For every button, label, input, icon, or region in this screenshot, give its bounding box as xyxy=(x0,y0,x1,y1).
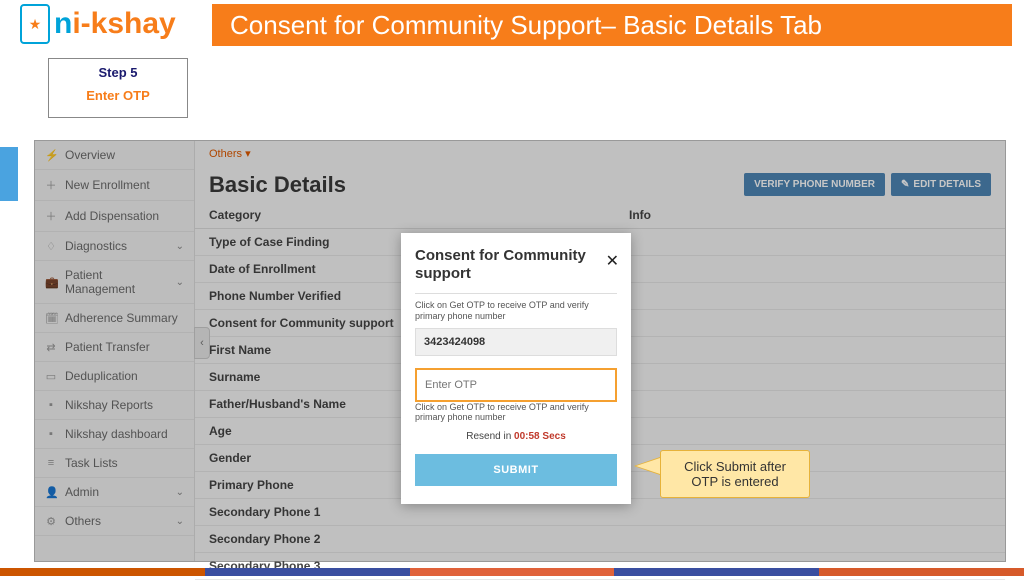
sidebar-item[interactable]: ＋ New Enrollment xyxy=(35,170,194,201)
sidebar-icon: ♢ xyxy=(45,240,57,253)
sidebar-item[interactable]: ＋ Add Dispensation xyxy=(35,201,194,232)
logo: ni-kshay xyxy=(20,4,176,44)
sidebar-item[interactable]: ≡ Task Lists xyxy=(35,449,194,478)
sidebar-item[interactable]: ⚙ Others ⌄ xyxy=(35,507,194,536)
consent-modal: Consent for Community support ✕ Click on… xyxy=(401,233,631,504)
sidebar-item-label: Deduplication xyxy=(65,369,138,383)
table-row: Secondary Phone 2 xyxy=(195,526,1005,553)
sidebar-item[interactable]: 💼 Patient Management⌄ xyxy=(35,261,194,304)
sidebar-item[interactable]: ▪ Nikshay dashboard xyxy=(35,420,194,449)
modal-instruction-1: Click on Get OTP to receive OTP and veri… xyxy=(415,300,617,322)
edit-details-button[interactable]: ✎EDIT DETAILS xyxy=(891,173,991,196)
sidebar-icon: ⚙ xyxy=(45,515,57,528)
sidebar-item-label: Adherence Summary xyxy=(65,311,178,325)
page-title: Consent for Community Support– Basic Det… xyxy=(230,10,822,41)
sidebar-icon: ⚡ xyxy=(45,149,57,162)
footer-strip xyxy=(0,568,1024,576)
sidebar-item[interactable]: 🗓 Adherence Summary xyxy=(35,304,194,333)
chevron-down-icon: ⌄ xyxy=(176,487,184,498)
sidebar-item-label: Others xyxy=(65,514,101,528)
sidebar-item-label: Overview xyxy=(65,148,115,162)
pencil-icon: ✎ xyxy=(901,179,909,190)
sidebar-icon: ▪ xyxy=(45,399,57,411)
sidebar-item[interactable]: ⇄ Patient Transfer xyxy=(35,333,194,362)
verify-phone-button[interactable]: VERIFY PHONE NUMBER xyxy=(744,173,885,196)
tab-others[interactable]: Others ▾ xyxy=(195,141,1005,162)
callout-arrow xyxy=(636,458,660,474)
section-title: Basic Details xyxy=(209,172,346,197)
sidebar-item[interactable]: ▪ Nikshay Reports xyxy=(35,391,194,420)
sidebar-icon: 👤 xyxy=(45,486,57,499)
logo-icon xyxy=(20,4,50,44)
sidebar-item-label: Nikshay Reports xyxy=(65,398,153,412)
sidebar-item-label: Patient Management xyxy=(65,268,176,296)
chevron-down-icon: ⌄ xyxy=(176,277,184,288)
logo-text: ni-kshay xyxy=(54,7,176,41)
step-number: Step 5 xyxy=(59,65,177,80)
col-info: Info xyxy=(629,208,651,222)
sidebar-item-label: Nikshay dashboard xyxy=(65,427,168,441)
accent-bar xyxy=(0,147,18,201)
sidebar-icon: ▪ xyxy=(45,428,57,440)
close-icon[interactable]: ✕ xyxy=(606,251,619,271)
step-indicator: Step 5 Enter OTP xyxy=(48,58,188,118)
sidebar-icon: ≡ xyxy=(45,457,57,469)
chevron-down-icon: ⌄ xyxy=(176,241,184,252)
col-category: Category xyxy=(209,208,409,222)
otp-input[interactable] xyxy=(415,368,617,402)
sidebar-item-label: New Enrollment xyxy=(65,178,150,192)
modal-title: Consent for Community support xyxy=(415,247,617,283)
resend-timer: Resend in 00:58 Secs xyxy=(415,431,617,442)
sidebar-item-label: Task Lists xyxy=(65,456,118,470)
sidebar-item-label: Patient Transfer xyxy=(65,340,150,354)
modal-instruction-2: Click on Get OTP to receive OTP and veri… xyxy=(415,402,617,424)
divider xyxy=(415,293,617,294)
sidebar-icon: 💼 xyxy=(45,276,57,289)
sidebar-collapse-button[interactable]: ‹ xyxy=(194,327,210,359)
sidebar: ⚡ Overview ＋ New Enrollment ＋ Add Dispensatio… xyxy=(35,141,195,561)
table-header: Category Info xyxy=(195,202,1005,229)
sidebar-item-label: Add Dispensation xyxy=(65,209,159,223)
sidebar-item-label: Admin xyxy=(65,485,99,499)
sidebar-item[interactable]: ⚡ Overview xyxy=(35,141,194,170)
submit-button[interactable]: SUBMIT xyxy=(415,454,617,486)
sidebar-icon: ▭ xyxy=(45,370,57,383)
phone-input[interactable] xyxy=(415,328,617,356)
sidebar-icon: ＋ xyxy=(45,208,57,224)
sidebar-item[interactable]: ♢ Diagnostics ⌄ xyxy=(35,232,194,261)
callout: Click Submit after OTP is entered xyxy=(660,450,810,498)
sidebar-icon: ＋ xyxy=(45,177,57,193)
sidebar-icon: 🗓 xyxy=(45,312,57,325)
app-window: ⚡ Overview ＋ New Enrollment ＋ Add Dispensatio… xyxy=(34,140,1006,562)
step-label: Enter OTP xyxy=(59,88,177,103)
sidebar-icon: ⇄ xyxy=(45,341,57,354)
sidebar-item-label: Diagnostics xyxy=(65,239,127,253)
chevron-down-icon: ⌄ xyxy=(176,516,184,527)
page-header: Consent for Community Support– Basic Det… xyxy=(212,4,1012,46)
sidebar-item[interactable]: 👤 Admin ⌄ xyxy=(35,478,194,507)
sidebar-item[interactable]: ▭ Deduplication xyxy=(35,362,194,391)
